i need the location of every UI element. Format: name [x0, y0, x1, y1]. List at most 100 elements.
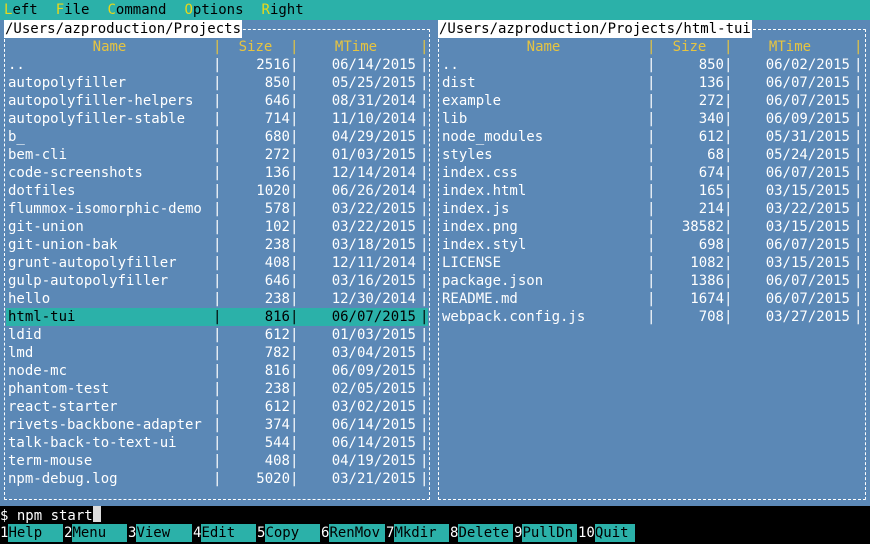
name-column-header[interactable]: Name: [440, 38, 647, 56]
file-row[interactable]: ldid | 612 | 01/03/2015 |: [6, 326, 428, 344]
function-key-view[interactable]: 3View: [128, 524, 193, 542]
file-row[interactable]: index.js | 214 | 03/22/2015 |: [440, 200, 864, 218]
file-row[interactable]: autopolyfiller | 850 | 05/25/2015 |: [6, 74, 428, 92]
name-column-header[interactable]: Name: [6, 38, 213, 56]
function-key-menu[interactable]: 2Menu: [64, 524, 128, 542]
right-panel-path: /Users/azproduction/Projects/html-tui: [438, 20, 752, 38]
function-key-number: 5: [257, 525, 266, 541]
file-row[interactable]: webpack.config.js | 708 | 03/27/2015 |: [440, 308, 864, 326]
column-separator: |: [213, 273, 222, 289]
menu-hotkey: C: [107, 2, 116, 18]
column-separator: |: [213, 345, 222, 361]
file-row[interactable]: lmd | 782 | 03/04/2015 |: [6, 344, 428, 362]
file-size: 102: [264, 219, 290, 235]
selected-file-row[interactable]: html-tui | 816 | 06/07/2015 |: [6, 308, 428, 326]
function-key-copy[interactable]: 5Copy: [257, 524, 321, 542]
function-key-pulldn[interactable]: 9PullDn: [514, 524, 578, 542]
file-row[interactable]: flummox-isomorphic-demo | 578 | 03/22/2015 |: [6, 200, 428, 218]
file-row[interactable]: gulp-autopolyfiller | 646 | 03/16/2015 |: [6, 272, 428, 290]
command-line[interactable]: $ npm start: [0, 506, 870, 524]
file-row[interactable]: grunt-autopolyfiller | 408 | 12/11/2014 |: [6, 254, 428, 272]
mtime-column-header[interactable]: MTime: [732, 38, 848, 56]
mtime-column-header[interactable]: MTime: [298, 38, 414, 56]
file-row[interactable]: code-screenshots | 136 | 12/14/2014 |: [6, 164, 428, 182]
menu-item-right[interactable]: Right: [262, 2, 304, 18]
column-separator: |: [213, 111, 222, 127]
file-row[interactable]: .. | 850 | 06/02/2015 |: [440, 56, 864, 74]
column-separator: |: [213, 183, 222, 199]
file-mtime: 06/14/2015: [331, 417, 416, 433]
file-row[interactable]: phantom-test | 238 | 02/05/2015 |: [6, 380, 428, 398]
file-row[interactable]: b_ | 680 | 04/29/2015 |: [6, 128, 428, 146]
menu-label: ptions: [192, 2, 244, 18]
text-cursor: [92, 506, 101, 522]
column-separator: |: [213, 147, 222, 163]
file-row[interactable]: node_modules | 612 | 05/31/2015 |: [440, 128, 864, 146]
column-separator: |: [420, 201, 429, 217]
column-separator: |: [647, 291, 656, 307]
file-row[interactable]: dotfiles | 1020 | 06/26/2014 |: [6, 182, 428, 200]
file-row[interactable]: lib | 340 | 06/09/2015 |: [440, 110, 864, 128]
file-row[interactable]: autopolyfiller-helpers | 646 | 08/31/2014 |: [6, 92, 428, 110]
column-separator: |: [854, 129, 863, 145]
file-row[interactable]: talk-back-to-text-ui | 544 | 06/14/2015 |: [6, 434, 428, 452]
file-row[interactable]: hello | 238 | 12/30/2014 |: [6, 290, 428, 308]
file-row[interactable]: git-union-bak | 238 | 03/18/2015 |: [6, 236, 428, 254]
column-separator: |: [420, 219, 429, 235]
file-mtime: 03/15/2015: [765, 219, 850, 235]
file-row[interactable]: dist | 136 | 06/07/2015 |: [440, 74, 864, 92]
file-row[interactable]: example | 272 | 06/07/2015 |: [440, 92, 864, 110]
file-mtime: 03/16/2015: [331, 273, 416, 289]
file-name: webpack.config.js: [442, 309, 586, 325]
file-row[interactable]: styles | 68 | 05/24/2015 |: [440, 146, 864, 164]
menu-item-file[interactable]: File: [56, 2, 90, 18]
function-key-edit[interactable]: 4Edit: [193, 524, 257, 542]
column-separator: |: [854, 57, 863, 73]
right-panel[interactable]: /Users/azproduction/Projects/html-tui Na…: [434, 20, 870, 506]
column-separator: |: [420, 93, 429, 109]
file-mtime: 12/30/2014: [331, 291, 416, 307]
function-key-help[interactable]: 1Help: [0, 524, 64, 542]
left-panel[interactable]: /Users/azproduction/Projects Name | Size | M…: [0, 20, 434, 506]
menu-item-options[interactable]: Options: [184, 2, 243, 18]
command-input[interactable]: npm start: [17, 508, 93, 524]
file-row[interactable]: index.css | 674 | 06/07/2015 |: [440, 164, 864, 182]
file-row[interactable]: term-mouse | 408 | 04/19/2015 |: [6, 452, 428, 470]
file-row[interactable]: node-mc | 816 | 06/09/2015 |: [6, 362, 428, 380]
menu-item-command[interactable]: Command: [107, 2, 166, 18]
file-row[interactable]: autopolyfiller-stable | 714 | 11/10/2014 |: [6, 110, 428, 128]
function-key-mkdir[interactable]: 7Mkdir: [386, 524, 450, 542]
file-size: 340: [698, 111, 724, 127]
file-row[interactable]: index.html | 165 | 03/15/2015 |: [440, 182, 864, 200]
file-name: dotfiles: [8, 183, 76, 199]
menu-label: ight: [269, 2, 304, 18]
file-row[interactable]: README.md | 1674 | 06/07/2015 |: [440, 290, 864, 308]
left-panel-path: /Users/azproduction/Projects: [4, 20, 243, 38]
file-row[interactable]: index.png | 38582 | 03/15/2015 |: [440, 218, 864, 236]
column-separator: |: [420, 453, 429, 469]
function-key-renmov[interactable]: 6RenMov: [321, 524, 386, 542]
file-size: 850: [264, 75, 290, 91]
function-key-delete[interactable]: 8Delete: [450, 524, 514, 542]
column-separator: |: [420, 309, 429, 325]
file-row[interactable]: package.json | 1386 | 06/07/2015 |: [440, 272, 864, 290]
function-key-quit[interactable]: 10Quit: [578, 524, 635, 542]
file-row[interactable]: .. | 2516 | 06/14/2015 |: [6, 56, 428, 74]
file-row[interactable]: index.styl | 698 | 06/07/2015 |: [440, 236, 864, 254]
file-row[interactable]: npm-debug.log | 5020 | 03/21/2015 |: [6, 470, 428, 488]
file-row[interactable]: react-starter | 612 | 03/02/2015 |: [6, 398, 428, 416]
file-row[interactable]: rivets-backbone-adapter | 374 | 06/14/2015 |: [6, 416, 428, 434]
file-mtime: 06/07/2015: [765, 93, 850, 109]
column-separator: |: [420, 129, 429, 145]
menu-item-left[interactable]: Left: [4, 2, 38, 18]
file-name: index.js: [442, 201, 510, 217]
file-name: example: [442, 93, 502, 109]
function-key-label: Delete: [458, 524, 514, 542]
file-row[interactable]: bem-cli | 272 | 01/03/2015 |: [6, 146, 428, 164]
size-column-header[interactable]: Size: [655, 38, 724, 56]
file-row[interactable]: git-union | 102 | 03/22/2015 |: [6, 218, 428, 236]
size-column-header[interactable]: Size: [221, 38, 290, 56]
file-row[interactable]: LICENSE | 1082 | 03/15/2015 |: [440, 254, 864, 272]
file-size: 1020: [256, 183, 290, 199]
file-name: styles: [442, 147, 493, 163]
